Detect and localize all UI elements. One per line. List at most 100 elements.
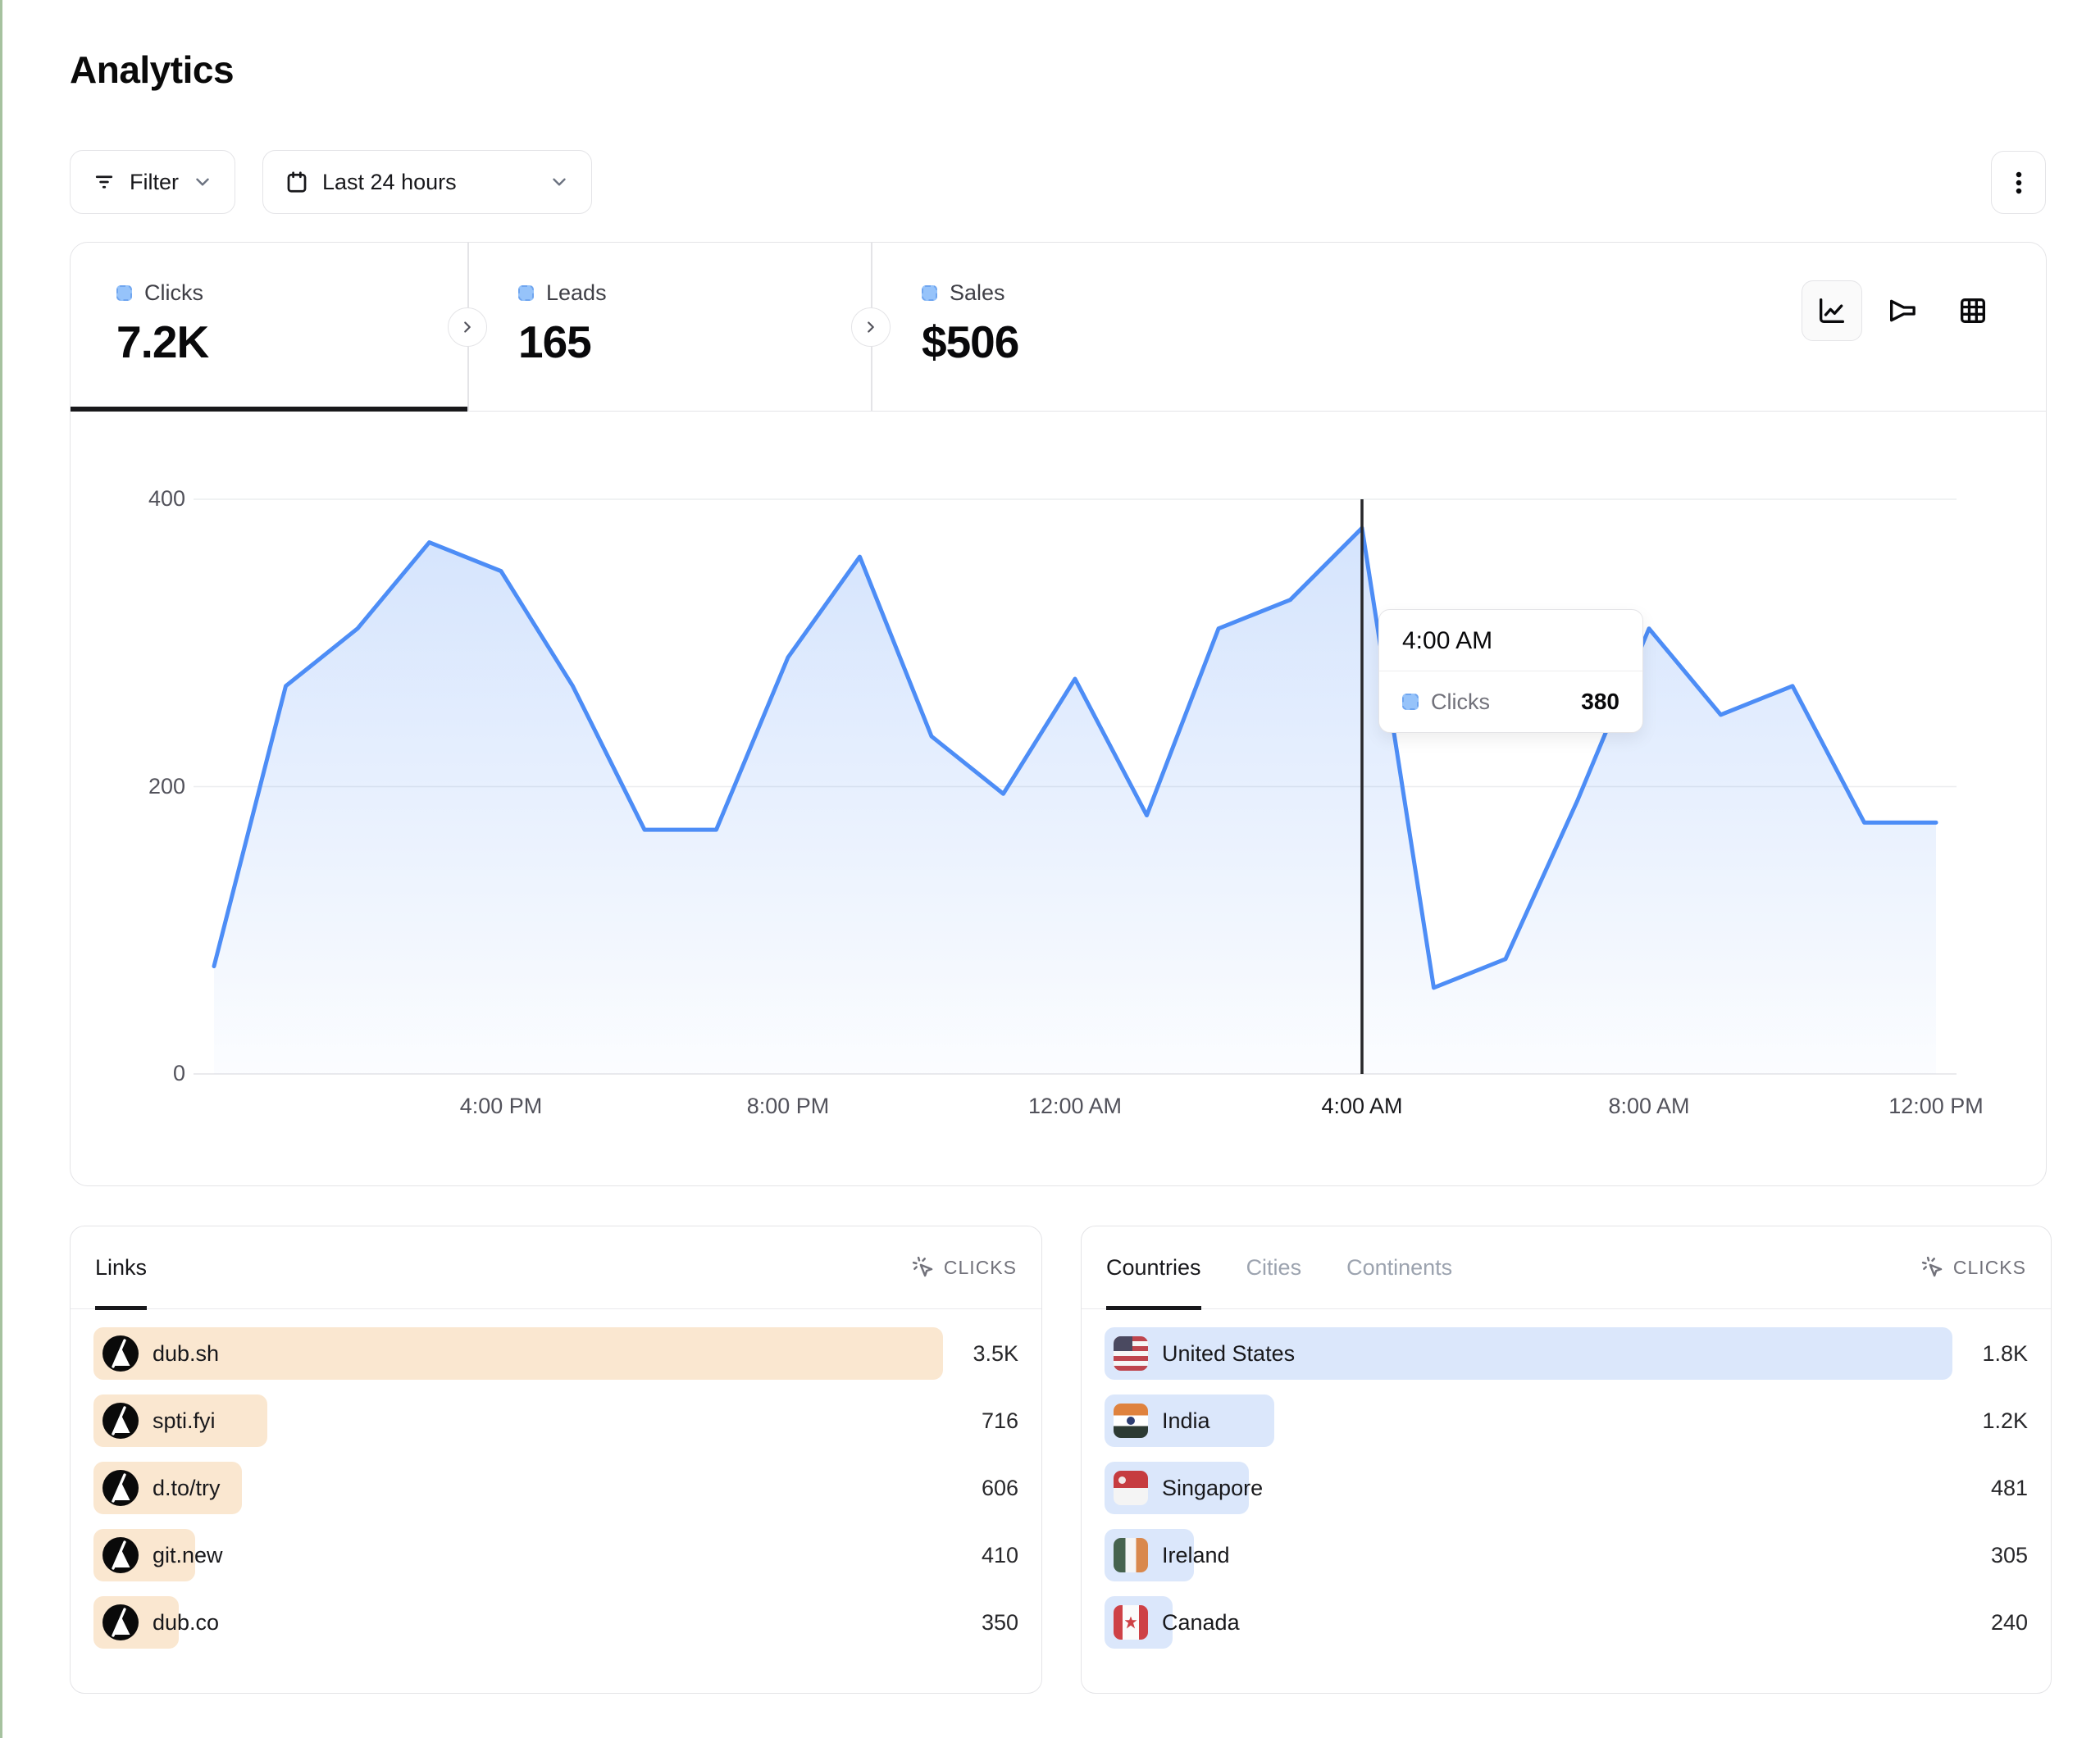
dub-logo-avatar [102,1403,139,1439]
x-axis-label: 8:00 PM [722,1094,854,1119]
tab-continents[interactable]: Continents [1346,1226,1452,1308]
row-value: 305 [1952,1543,2028,1568]
expand-clicks-chevron-button[interactable] [448,307,487,347]
links-list: dub.sh3.5K spti.fyi 716 d.to/try 606 git.new4… [71,1309,1041,1649]
row-value: 1.2K [1952,1408,2028,1434]
chevron-down-icon [192,171,213,193]
table-view-toggle-button[interactable] [1943,280,2003,341]
stat-tab-sales-label: Sales [950,280,1005,306]
row-value: 606 [943,1476,1018,1501]
chart-type-toggle-group [1802,280,2003,341]
date-range-button[interactable]: Last 24 hours [262,150,592,214]
stat-tab-leads[interactable]: Leads 165 [469,243,869,411]
clicks-chart-svg [71,412,2045,1185]
tooltip-time: 4:00 AM [1379,610,1642,671]
row-label: United States [1162,1341,1295,1367]
x-axis-label: 12:00 PM [1870,1094,2002,1119]
page-title: Analytics [70,48,234,92]
row-value: 716 [943,1408,1018,1434]
tab-cities-label: Cities [1246,1255,1302,1281]
chart-tooltip: 4:00 AM Clicks 380 [1378,609,1643,733]
dub-logo-avatar [102,1335,139,1372]
tab-links[interactable]: Links [95,1226,147,1308]
clicks-legend-square-icon [116,285,132,301]
filter-button[interactable]: Filter [70,150,235,214]
row-label: spti.fyi [153,1408,216,1434]
tooltip-series-label: Clicks [1431,689,1569,715]
stat-tab-sales-value: $506 [922,316,1200,368]
country-row-united-states[interactable]: United States 1.8K [1105,1327,2028,1380]
us-flag-icon [1114,1336,1148,1371]
pointer-click-icon [1920,1255,1945,1280]
clicks-time-series-chart[interactable]: 0 200 400 4:00 PM 8:00 PM 12:00 AM 4:00 AM 8:0… [71,412,2045,1185]
country-row-india[interactable]: India 1.2K [1105,1394,2028,1447]
filter-button-label: Filter [130,170,179,195]
row-label: dub.co [153,1610,219,1636]
link-row-d-to-try[interactable]: d.to/try 606 [93,1462,1018,1514]
row-label: git.new [153,1543,223,1568]
link-row-dub-sh[interactable]: dub.sh3.5K [93,1327,1018,1380]
stat-tab-clicks-value: 7.2K [116,316,467,368]
leaderboard-bar [93,1327,943,1380]
row-value: 1.8K [1952,1341,2028,1367]
x-axis-label: 4:00 PM [435,1094,567,1119]
countries-list: United States 1.8K India 1.2K Singapore 481 Ir… [1082,1309,2051,1649]
stat-tabs-row: Clicks 7.2K Leads 165 [71,243,2046,412]
funnel-chart-toggle-button[interactable] [1872,280,1933,341]
chevron-right-icon [458,318,476,336]
leads-legend-square-icon [518,285,534,301]
tab-cities[interactable]: Cities [1246,1226,1302,1308]
link-row-spti-fyi[interactable]: spti.fyi 716 [93,1394,1018,1447]
row-label: d.to/try [153,1476,221,1501]
links-metric-label: CLICKS [944,1257,1017,1279]
chevron-right-icon [862,318,880,336]
stat-tab-clicks-label: Clicks [144,280,203,306]
row-value: 240 [1952,1610,2028,1636]
line-chart-toggle-button[interactable] [1802,280,1862,341]
kebab-menu-icon [2007,169,2031,197]
expand-leads-chevron-button[interactable] [851,307,891,347]
stat-tab-leads-label: Leads [546,280,607,306]
funnel-chart-icon [1886,294,1919,327]
sg-flag-icon [1114,1471,1148,1505]
stat-tab-sales[interactable]: Sales $506 [872,243,1200,411]
country-row-canada[interactable]: Canada240 [1105,1596,2028,1649]
row-label: India [1162,1408,1210,1434]
y-axis-label: 0 [95,1061,185,1086]
in-flag-icon [1114,1404,1148,1438]
ie-flag-icon [1114,1538,1148,1572]
calendar-icon [285,170,309,194]
geo-panel: Countries Cities Continents CLICKS Unite… [1081,1226,2052,1694]
analytics-card: Clicks 7.2K Leads 165 [70,242,2047,1186]
filter-lines-icon [92,170,116,194]
geo-metric-label: CLICKS [1953,1257,2026,1279]
row-label: Singapore [1162,1476,1263,1501]
row-label: dub.sh [153,1341,219,1367]
links-panel: Links CLICKS dub.sh3.5K spti.fyi 716 d.to/t… [70,1226,1042,1694]
link-row-git-new[interactable]: git.new410 [93,1529,1018,1581]
chart-area-fill [214,528,1936,1074]
page-edge-accent [0,0,2,1738]
table-grid-icon [1957,294,1989,327]
links-metric-toggle[interactable]: CLICKS [911,1226,1017,1308]
more-options-button[interactable] [1991,151,2046,214]
country-row-singapore[interactable]: Singapore 481 [1105,1462,2028,1514]
pointer-click-icon [911,1255,936,1280]
y-axis-label: 200 [95,774,185,799]
tab-continents-label: Continents [1346,1255,1452,1281]
dub-logo-avatar [102,1470,139,1506]
stat-tab-clicks[interactable]: Clicks 7.2K [71,243,467,411]
date-range-label: Last 24 hours [322,170,457,195]
country-row-ireland[interactable]: Ireland305 [1105,1529,2028,1581]
y-axis-label: 400 [95,486,185,512]
link-row-dub-co[interactable]: dub.co350 [93,1596,1018,1649]
geo-metric-toggle[interactable]: CLICKS [1920,1226,2026,1308]
chevron-down-icon [549,171,570,193]
tooltip-clicks-legend-icon [1402,694,1419,710]
row-value: 481 [1952,1476,2028,1501]
tab-countries-label: Countries [1106,1255,1201,1281]
x-axis-label: 8:00 AM [1583,1094,1715,1119]
x-axis-label: 12:00 AM [1009,1094,1141,1119]
stat-tab-leads-value: 165 [518,316,869,368]
tab-countries[interactable]: Countries [1106,1226,1201,1308]
